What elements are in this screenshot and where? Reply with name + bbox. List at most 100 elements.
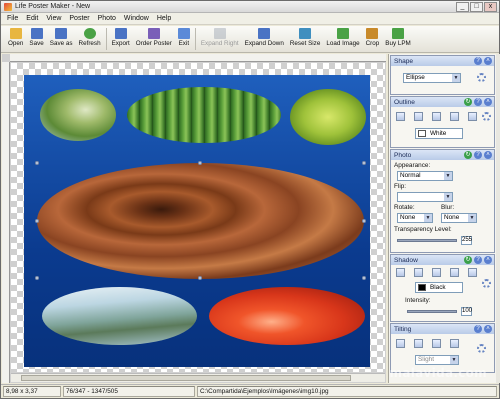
transparency-value[interactable]: 255 [461, 236, 472, 245]
help-icon[interactable]: ? [474, 57, 482, 65]
save-as-button[interactable]: Save as [47, 26, 76, 52]
exit-button[interactable]: Exit [175, 26, 193, 52]
shadow-color-button[interactable]: Black [415, 282, 463, 293]
shadow-section: Shadow ↻? ˄ Black Intensity: 100 [390, 254, 495, 322]
help-icon[interactable]: ? [474, 151, 482, 159]
outline-section-header[interactable]: Outline ↻? ˄ [391, 97, 494, 107]
panel-scrollbar[interactable] [496, 54, 500, 383]
tilt-style-4-icon[interactable] [450, 339, 459, 348]
maximize-button[interactable]: □ [470, 2, 483, 12]
buy-cart-icon [392, 28, 405, 39]
menu-help[interactable]: Help [157, 15, 171, 22]
shape-section-header[interactable]: Shape? ˄ [391, 56, 494, 66]
gear-icon[interactable] [477, 344, 486, 353]
exit-icon [177, 28, 190, 39]
menu-window[interactable]: Window [124, 15, 149, 22]
refresh-icon[interactable]: ↻ [464, 151, 472, 159]
outline-style-2-icon[interactable] [414, 112, 423, 121]
selection-handle[interactable] [362, 219, 366, 223]
shape-select[interactable]: Ellipse ▼ [403, 73, 461, 83]
photo-ellipse-palm[interactable] [40, 89, 116, 141]
outline-style-5-icon[interactable] [468, 112, 477, 121]
selection-handle[interactable] [35, 161, 39, 165]
selection-handle[interactable] [198, 276, 202, 280]
gear-icon[interactable] [482, 112, 491, 121]
open-folder-icon [9, 28, 22, 39]
scrollbar-thumb[interactable] [21, 375, 351, 381]
photo-ellipse-leaf[interactable] [290, 89, 366, 145]
poster-canvas[interactable] [24, 75, 370, 367]
intensity-value[interactable]: 100 [461, 307, 472, 316]
collapse-icon[interactable]: ˄ [484, 325, 492, 333]
help-icon[interactable]: ? [474, 256, 482, 264]
collapse-icon[interactable]: ˄ [484, 57, 492, 65]
buy-lpm-button[interactable]: Buy LPM [382, 26, 414, 52]
tilt-style-3-icon[interactable] [432, 339, 441, 348]
shadow-style-1-icon[interactable] [396, 268, 405, 277]
flip-select[interactable]: ▼ [397, 192, 453, 202]
expand-down-button[interactable]: Expand Down [242, 26, 287, 52]
chevron-down-icon: ▼ [424, 214, 432, 222]
photo-ellipse-fish[interactable] [42, 287, 197, 345]
menu-poster[interactable]: Poster [69, 15, 89, 22]
order-poster-button[interactable]: Order Poster [133, 26, 175, 52]
photo-ellipse-wood[interactable] [37, 163, 364, 279]
expand-right-button[interactable]: Expand Right [198, 26, 242, 52]
minimize-button[interactable]: _ [456, 2, 469, 12]
transparency-slider[interactable] [397, 239, 457, 242]
menu-view[interactable]: View [46, 15, 61, 22]
selection-handle[interactable] [362, 276, 366, 280]
intensity-slider[interactable] [407, 310, 457, 313]
collapse-icon[interactable]: ˄ [484, 256, 492, 264]
refresh-icon[interactable]: ↻ [464, 256, 472, 264]
menu-file[interactable]: File [7, 15, 18, 22]
tilting-select[interactable]: Slight ▼ [415, 355, 459, 365]
shadow-style-2-icon[interactable] [414, 268, 423, 277]
outline-color-button[interactable]: White [415, 128, 463, 139]
gear-icon[interactable] [477, 73, 486, 82]
selection-handle[interactable] [362, 161, 366, 165]
menu-photo[interactable]: Photo [98, 15, 116, 22]
tilting-section-header[interactable]: Tilting? ˄ [391, 324, 494, 334]
tilt-style-2-icon[interactable] [414, 339, 423, 348]
app-window: Life Poster Maker - New _ □ x File Edit … [0, 0, 500, 399]
refresh-button[interactable]: Refresh [76, 26, 104, 52]
intensity-label: Intensity: [405, 297, 431, 304]
open-button[interactable]: Open [5, 26, 26, 52]
export-button[interactable]: Export [109, 26, 133, 52]
outline-style-4-icon[interactable] [450, 112, 459, 121]
shadow-section-header[interactable]: Shadow ↻? ˄ [391, 255, 494, 265]
collapse-icon[interactable]: ˄ [484, 98, 492, 106]
ruler-top [10, 54, 386, 62]
horizontal-scrollbar[interactable] [11, 373, 385, 382]
tilt-style-1-icon[interactable] [396, 339, 405, 348]
close-button[interactable]: x [484, 2, 497, 12]
refresh-icon[interactable]: ↻ [464, 98, 472, 106]
outline-style-1-icon[interactable] [396, 112, 405, 121]
watermark: malavida.com [389, 366, 487, 380]
blur-select[interactable]: None ▼ [441, 213, 477, 223]
photo-section-header[interactable]: Photo ↻? ˄ [391, 150, 494, 160]
shadow-style-3-icon[interactable] [432, 268, 441, 277]
crop-button[interactable]: Crop [363, 26, 383, 52]
menu-edit[interactable]: Edit [26, 15, 38, 22]
collapse-icon[interactable]: ˄ [484, 151, 492, 159]
photo-ellipse-flower[interactable] [209, 287, 365, 345]
load-image-button[interactable]: Load Image [323, 26, 362, 52]
selection-handle[interactable] [35, 276, 39, 280]
shadow-style-4-icon[interactable] [450, 268, 459, 277]
selection-handle[interactable] [35, 219, 39, 223]
photo-ellipse-bamboo[interactable] [127, 87, 281, 143]
help-icon[interactable]: ? [474, 325, 482, 333]
save-button[interactable]: Save [26, 26, 46, 52]
gear-icon[interactable] [482, 279, 491, 288]
selection-handle[interactable] [198, 161, 202, 165]
outline-style-3-icon[interactable] [432, 112, 441, 121]
poster-canvas-area[interactable] [2, 54, 386, 383]
toolbar-separator [194, 28, 196, 50]
shadow-style-5-icon[interactable] [468, 268, 477, 277]
rotate-select[interactable]: None ▼ [397, 213, 433, 223]
help-icon[interactable]: ? [474, 98, 482, 106]
appearance-select[interactable]: Normal ▼ [397, 171, 453, 181]
reset-size-button[interactable]: Reset Size [287, 26, 323, 52]
